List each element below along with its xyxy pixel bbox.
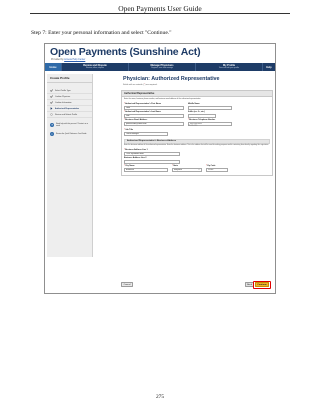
current-step-arrow-icon [50,107,53,110]
address-line2-group: Business Address Line 2 [124,157,180,164]
city-label-text: City Name [125,165,135,168]
sidebar-step-label: Confirm Information [55,101,72,104]
page-title: Physician: Authorized Representative [123,76,220,82]
suffix-input[interactable] [188,113,216,118]
title-row: * Job Title Office Manager [122,129,272,137]
nav-item-subtitle: Register, view and manage [151,67,173,70]
zip-input[interactable]: 21244 [206,167,228,172]
suffix-group: Suffix (ex: Jr., etc.) [188,111,216,118]
nav-help[interactable]: Help [262,63,275,71]
sidebar-quick-reference[interactable]: i Review the Quick Reference Card Guide [50,131,92,137]
sidebar-contact-help[interactable]: ? Need help with this process? Contact u… [50,122,92,128]
checkmark-icon [50,89,53,92]
phone-group: * Business Telephone Number 555-555-5555… [188,119,232,128]
portal-subtitle-prefix: Provided by [51,58,64,61]
sidebar-help-label: Review the Quick Reference Card Guide [56,132,87,135]
main-content: Physician: Authorized Representative Fie… [99,75,273,290]
middle-name-group: Middle Name [188,103,232,110]
sidebar-step-label: Select Profile Type [55,89,71,92]
required-note-prefix: Fields with an asterisk ( [123,84,144,86]
sidebar-step-label: Confirm Physician [55,95,71,98]
city-group: * City Name Baltimore [124,165,168,172]
step-instruction: Step 7: Enter your personal information … [31,30,172,36]
authorized-representative-panel: Authorized Representative Enter the name… [121,90,273,176]
sidebar-step-label: Authorized Representative [55,107,79,110]
portal-subtitle: Provided by Access Help Center [51,58,85,61]
form-actions: Cancel Back Continue [121,280,273,289]
pending-step-icon [50,113,53,116]
portal-banner: Open Payments (Sunshine Act) Provided by… [45,44,275,63]
job-title-group: * Job Title Office Manager [124,129,168,137]
help-icon: ? [50,123,54,127]
portal-title: Open Payments (Sunshine Act) [50,46,201,58]
nav-item-subtitle: Review, affirm, dispute [85,67,105,70]
document-title: Open Payments User Guide [118,4,202,13]
checkmark-icon [50,95,53,98]
required-note-suffix: ) are required. [144,84,158,86]
portal-screenshot: Open Payments (Sunshine Act) Provided by… [44,43,276,294]
zip-label-text: Zip Code [207,165,216,168]
first-name-group: * Authorized Representative's First Name… [124,103,184,110]
state-select[interactable]: Maryland [172,167,202,172]
state-group: * State Maryland [172,165,202,172]
state-select-value: Maryland [174,168,182,171]
address-line1-group: * Business Address Line 1 7500 Sycamore … [124,149,180,156]
create-profile-sidebar: Create Profile Select Profile Type Confi… [47,74,93,257]
address-line1-input[interactable]: 7500 Sycamore Blvd [124,151,180,156]
page-number: 275 [155,394,165,400]
sidebar-step-label: Review and Submit Profile [55,113,78,116]
main-navigation: Home Review and Dispute Review, affirm, … [45,63,275,71]
checkmark-icon [50,101,53,104]
document-icon: i [50,132,54,136]
last-name-group: * Authorized Representative's Last Name … [124,111,184,118]
contact-row: * Business Email Address johnrecords@ema… [122,119,272,128]
email-group: * Business Email Address johnrecords@ema… [124,119,184,128]
cancel-button[interactable]: Cancel [121,282,133,287]
address-line2-input[interactable] [124,159,180,164]
sidebar-title: Create Profile [47,74,92,83]
address-line2-row: Business Address Line 2 [122,157,272,164]
city-state-zip-row: * City Name Baltimore * State Maryland *… [122,165,272,172]
nav-item-subtitle: View and edit your profile [218,67,240,70]
nav-manage-physicians[interactable]: Manage Physicians Register, view and man… [128,63,195,71]
last-name-label-text: Authorized Representative's Last Name [125,111,161,114]
first-name-label-text: Authorized Representative's First Name [125,103,161,106]
address-line1-label-text: Business Address Line 1 [125,149,148,152]
header-rule [30,13,290,14]
nav-review-and-dispute[interactable]: Review and Dispute Review, affirm, dispu… [61,63,128,71]
job-title-input[interactable]: Office Manager [124,132,168,137]
sidebar-step-review-and-submit: Review and Submit Profile [47,112,92,118]
nav-home[interactable]: Home [45,63,61,71]
email-label-text: Business Email Address [125,119,148,122]
first-name-input[interactable]: John [124,105,184,110]
city-input[interactable]: Baltimore [124,167,168,172]
panel-intro: Enter the name, business phone number, a… [124,98,201,100]
last-name-input[interactable]: Doe [124,113,184,118]
middle-name-input[interactable] [188,105,232,110]
phone-label-text: Business Telephone Number [189,119,216,122]
state-label-text: State [173,165,178,168]
nav-my-profile[interactable]: My Profile View and edit your profile [195,63,262,71]
required-fields-note: Fields with an asterisk (*) are required… [99,82,273,86]
business-address-intro: Enter the business address of the author… [124,144,269,146]
email-input[interactable]: johnrecords@email.com [124,121,184,126]
address-line1-row: * Business Address Line 1 7500 Sycamore … [122,149,272,156]
help-center-link[interactable]: Access Help Center [64,58,85,61]
sidebar-help-label: Need help with this process? Contact us … [56,122,89,127]
name-row-1: * Authorized Representative's First Name… [122,103,272,110]
name-row-2: * Authorized Representative's Last Name … [122,111,272,118]
job-title-label-text: Job Title [125,129,134,132]
phone-format-hint: 555-555-5555 [188,125,198,127]
zip-group: * Zip Code 21244 [206,165,228,172]
chevron-down-icon [198,169,200,171]
continue-highlight-callout [253,280,271,289]
